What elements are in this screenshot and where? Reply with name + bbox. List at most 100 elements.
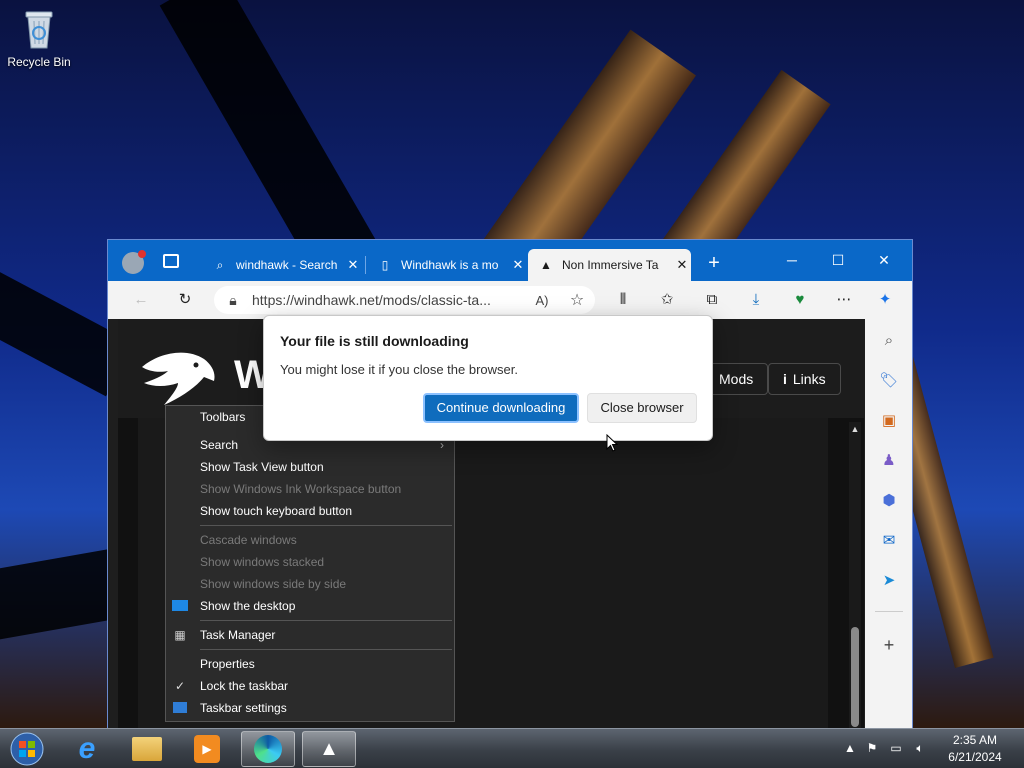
network-icon[interactable]: ▭ [888, 741, 904, 755]
info-icon: i [783, 371, 787, 387]
recycle-bin-icon [25, 11, 53, 49]
downloads-icon[interactable]: ⤓ [743, 288, 769, 312]
menu-item-label: Task Manager [200, 628, 276, 642]
split-screen-icon[interactable]: ⫴ [610, 288, 636, 312]
tab-windhawk-info[interactable]: ▯ Windhawk is a mo ✕ [367, 249, 527, 281]
close-window-button[interactable]: ✕ [861, 240, 907, 281]
scrollbar-thumb[interactable] [851, 627, 859, 727]
close-tab-icon[interactable]: ✕ [509, 257, 527, 273]
menu-item-label: Show windows stacked [200, 555, 325, 569]
clock-date: 6/21/2024 [948, 750, 1002, 764]
taskbar-app-edge[interactable] [241, 731, 295, 767]
tab-title: Non Immersive Ta [562, 258, 659, 272]
close-browser-button[interactable]: Close browser [587, 393, 697, 423]
file-explorer-icon [132, 737, 162, 761]
shopping-tag-icon[interactable]: 🏷︎ [875, 369, 903, 393]
mods-nav-button[interactable]: Mods [704, 363, 769, 395]
url-text: https://windhawk.net/mods/classic-ta... [252, 292, 491, 308]
sidebar-search-icon[interactable]: ⌕ [875, 329, 903, 353]
taskbar-app-windhawk[interactable]: ▲ [302, 731, 356, 767]
taskbar-context-menu: Toolbars› Search› Show Task View button … [165, 405, 455, 722]
menu-item-touch-keyboard[interactable]: Show touch keyboard button [166, 500, 454, 522]
menu-item-label: Show the desktop [200, 599, 296, 613]
menu-item-label: Show Task View button [200, 460, 324, 474]
action-center-flag-icon[interactable]: ⚑ [864, 741, 880, 755]
windhawk-icon: ▲ [319, 737, 339, 760]
profile-avatar[interactable] [122, 250, 146, 274]
menu-item-cascade: Cascade windows [166, 529, 454, 551]
address-bar[interactable]: 🔒︎ https://windhawk.net/mods/classic-ta.… [214, 286, 595, 314]
recycle-bin[interactable]: Recycle Bin [6, 6, 72, 69]
read-aloud-icon[interactable]: A) [525, 293, 559, 308]
page-icon: ▯ [381, 258, 389, 272]
tools-icon[interactable]: ▣ [875, 409, 903, 433]
download-warning-dialog: Your file is still downloading You might… [263, 315, 713, 441]
tab-title: windhawk - Search [236, 258, 338, 272]
new-tab-button[interactable]: + [702, 249, 726, 277]
volume-muted-icon[interactable]: 🔈︎ [912, 741, 928, 756]
menu-item-show-desktop[interactable]: Show the desktop [166, 595, 454, 617]
browser-toolbar: ← ↻ 🔒︎ https://windhawk.net/mods/classic… [108, 281, 912, 319]
media-player-icon: ▶ [194, 735, 220, 763]
sidebar-add-icon[interactable]: + [875, 633, 903, 657]
favorite-star-icon[interactable]: ☆ [559, 290, 595, 310]
taskbar-app-ie[interactable]: e [60, 731, 114, 767]
taskbar-clock[interactable]: 2:35 AM 6/21/2024 [935, 732, 1015, 766]
page-scrollbar[interactable]: ▲ [849, 422, 861, 728]
taskbar-app-media-player[interactable]: ▶ [180, 731, 234, 767]
links-nav-button[interactable]: i Links [768, 363, 841, 395]
scroll-up-icon[interactable]: ▲ [849, 424, 861, 434]
lock-icon: 🔒︎ [229, 291, 237, 308]
menu-item-taskbar-settings[interactable]: Taskbar settings [166, 697, 454, 719]
back-button[interactable]: ← [128, 288, 154, 312]
menu-item-label: Toolbars [200, 410, 246, 424]
menu-item-lock-taskbar[interactable]: ✓ Lock the taskbar [166, 675, 454, 697]
minimize-button[interactable]: ─ [769, 240, 815, 281]
tab-actions-icon[interactable] [163, 254, 179, 268]
menu-separator [200, 649, 452, 650]
links-label: Links [792, 371, 826, 387]
copilot-icon[interactable]: ✦ [872, 288, 898, 312]
taskbar: e ▶ ▲ ▲ ⚑ ▭ 🔈︎ 2:35 AM 6/21/2024 [0, 728, 1024, 768]
start-orb-icon [10, 732, 44, 766]
start-button[interactable] [0, 731, 54, 767]
outlook-icon[interactable]: ✉ [875, 529, 903, 553]
tab-separator [365, 256, 366, 274]
internet-explorer-icon: e [78, 732, 96, 765]
windhawk-logo-icon[interactable] [138, 347, 218, 409]
menu-item-label: Show touch keyboard button [200, 504, 353, 518]
menu-item-ink-workspace: Show Windows Ink Workspace button [166, 478, 454, 500]
tab-title: Windhawk is a mo [401, 258, 499, 272]
more-options-icon[interactable]: ⋯ [831, 288, 857, 312]
edge-icon [254, 735, 282, 763]
refresh-button[interactable]: ↻ [172, 288, 198, 312]
microsoft365-icon[interactable]: ⬢ [875, 489, 903, 513]
taskbar-app-explorer[interactable] [120, 731, 174, 767]
menu-separator [200, 620, 452, 621]
menu-item-label: Lock the taskbar [200, 679, 289, 693]
show-hidden-icons[interactable]: ▲ [842, 741, 858, 755]
tab-strip: ⌕ windhawk - Search ✕ ▯ Windhawk is a mo… [108, 240, 912, 281]
windhawk-icon: ▲ [540, 258, 552, 272]
continue-downloading-button[interactable]: Continue downloading [423, 393, 579, 423]
search-icon: ⌕ [216, 257, 224, 272]
browser-essentials-icon[interactable]: ♥ [787, 288, 813, 312]
recycle-bin-label: Recycle Bin [7, 55, 71, 69]
menu-item-task-view[interactable]: Show Task View button [166, 456, 454, 478]
games-icon[interactable]: ♟ [875, 449, 903, 473]
menu-item-properties[interactable]: Properties [166, 653, 454, 675]
mods-label: Mods [719, 371, 754, 387]
favorites-icon[interactable]: ✩ [654, 288, 680, 312]
menu-item-label: Show Windows Ink Workspace button [200, 482, 402, 496]
close-tab-icon[interactable]: ✕ [344, 257, 362, 273]
dialog-title: Your file is still downloading [280, 333, 469, 349]
close-tab-icon[interactable]: ✕ [673, 257, 691, 273]
menu-item-side-by-side: Show windows side by side [166, 573, 454, 595]
tab-non-immersive[interactable]: ▲ Non Immersive Ta ✕ [528, 249, 691, 281]
tab-search[interactable]: ⌕ windhawk - Search ✕ [202, 249, 362, 281]
menu-item-task-manager[interactable]: ▦ Task Manager [166, 624, 454, 646]
drop-icon[interactable]: ➤ [875, 569, 903, 593]
menu-item-label: Search [200, 438, 239, 452]
collections-icon[interactable]: ⧉ [699, 288, 725, 312]
maximize-button[interactable]: ☐ [815, 240, 861, 281]
